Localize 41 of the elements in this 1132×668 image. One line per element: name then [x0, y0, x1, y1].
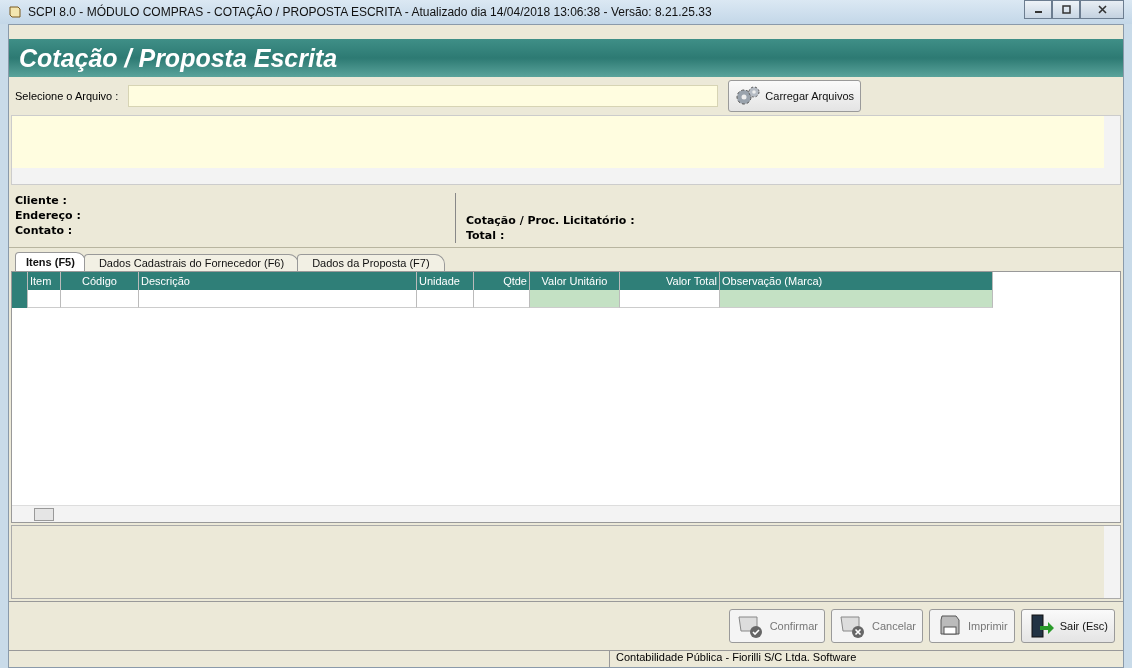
table-cell[interactable] [417, 290, 474, 308]
info-label: Contato : [15, 223, 74, 238]
file-input-field[interactable] [128, 85, 719, 107]
minimize-button[interactable] [1024, 0, 1052, 19]
window-title: SCPI 8.0 - MÓDULO COMPRAS - COTAÇÃO / PROPOSTA ESCRITA - Atualizado dia 14/04/2018 13:06:38 - Versão: 8.21.25.33 [28, 5, 712, 19]
close-button[interactable] [1080, 0, 1124, 19]
table-cell[interactable] [61, 290, 139, 308]
tab[interactable]: Itens (F5) [15, 252, 86, 271]
field-label: Selecione o Arquivo : [15, 90, 119, 102]
tab[interactable]: Dados Cadastrais do Fornecedor (F6) [83, 254, 300, 271]
info-label: Cotação / Proc. Licitatório : [466, 213, 636, 228]
column-header[interactable]: Qtde [474, 272, 530, 290]
load-files-button[interactable]: Carregar Arquivos [728, 80, 861, 112]
document-icon [8, 5, 22, 19]
column-header[interactable]: Item [28, 272, 61, 290]
column-header[interactable]: Descrição [139, 272, 417, 290]
column-header[interactable]: Valor Total [620, 272, 720, 290]
info-label: Cliente : [15, 193, 68, 208]
column-header[interactable]: Unidade [417, 272, 474, 290]
table-cell[interactable] [720, 290, 993, 308]
status-text: Contabilidade Pública - Fiorilli S/C Ltda. Software [609, 651, 857, 667]
maximize-button[interactable] [1052, 0, 1080, 19]
table-cell[interactable] [28, 290, 61, 308]
info-label: Total : [466, 228, 506, 243]
gears-icon [735, 85, 762, 107]
table-cell[interactable] [530, 290, 620, 308]
column-header[interactable]: Observação (Marca) [720, 272, 993, 290]
info-label: Endereço : [15, 208, 82, 223]
maximize-icon [1061, 5, 1071, 14]
exit-button[interactable]: Sair (Esc) [1020, 609, 1115, 643]
horizontal-scrollbar[interactable] [12, 168, 1120, 184]
vertical-scrollbar[interactable] [1104, 116, 1120, 168]
page-title: Cotação / Proposta Escrita [19, 43, 338, 73]
column-header[interactable]: Valor Unitário [530, 272, 620, 290]
close-icon [1097, 5, 1107, 14]
table-cell[interactable] [139, 290, 417, 308]
header-corner [12, 272, 28, 290]
horizontal-scrollbar[interactable] [12, 505, 1120, 522]
column-header[interactable]: Código [61, 272, 139, 290]
row-indicator [12, 290, 28, 308]
tab[interactable]: Dados da Proposta (F7) [297, 254, 445, 271]
